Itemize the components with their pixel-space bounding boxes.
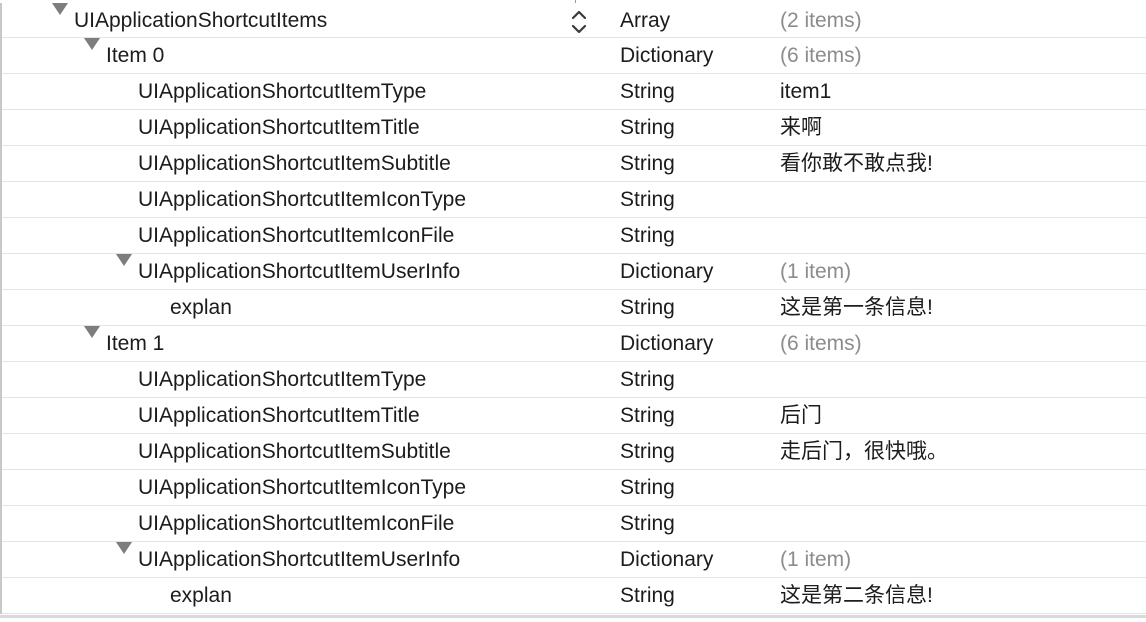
plist-type[interactable]: String xyxy=(620,110,675,145)
plist-key[interactable]: UIApplicationShortcutItemSubtitle xyxy=(138,146,451,181)
plist-type[interactable]: String xyxy=(620,506,675,541)
plist-key[interactable]: UIApplicationShortcutItemIconType xyxy=(138,182,466,217)
plist-key[interactable]: UIApplicationShortcutItemType xyxy=(138,362,426,397)
plist-row[interactable]: explan String 这是第二条信息! xyxy=(2,578,1146,614)
plist-key[interactable]: UIApplicationShortcutItemType xyxy=(138,74,426,109)
plist-row[interactable]: UIApplicationShortcutItemSubtitle String… xyxy=(2,146,1146,182)
plist-row-userinfo[interactable]: UIApplicationShortcutItemUserInfo Dictio… xyxy=(2,542,1146,578)
plist-type[interactable]: Dictionary xyxy=(620,38,713,73)
plist-type[interactable]: Dictionary xyxy=(620,542,713,577)
plist-type[interactable]: Dictionary xyxy=(620,254,713,289)
disclosure-triangle-icon[interactable] xyxy=(52,3,68,15)
plist-key[interactable]: UIApplicationShortcutItemTitle xyxy=(138,398,420,433)
plist-row-item-0[interactable]: Item 0 Dictionary (6 items) xyxy=(2,38,1146,74)
plist-type[interactable]: Array xyxy=(620,3,670,38)
property-list-editor: UIApplicationShortcutItems Array (2 item… xyxy=(0,3,1146,614)
plist-type[interactable]: String xyxy=(620,398,675,433)
plist-row[interactable]: UIApplicationShortcutItemIconType String xyxy=(2,470,1146,506)
plist-row-item-1[interactable]: Item 1 Dictionary (6 items) xyxy=(2,326,1146,362)
plist-value[interactable]: 这是第二条信息! xyxy=(780,578,933,613)
plist-key[interactable]: UIApplicationShortcutItemTitle xyxy=(138,110,420,145)
plist-value[interactable]: 来啊 xyxy=(780,110,822,145)
type-stepper-icon[interactable] xyxy=(568,9,590,35)
plist-type[interactable]: String xyxy=(620,578,675,613)
plist-row-root[interactable]: UIApplicationShortcutItems Array (2 item… xyxy=(2,3,1146,38)
plist-key[interactable]: Item 1 xyxy=(106,326,164,361)
divider xyxy=(0,615,1146,618)
disclosure-triangle-icon[interactable] xyxy=(116,542,132,554)
plist-value[interactable]: 看你敢不敢点我! xyxy=(780,146,933,181)
plist-key[interactable]: UIApplicationShortcutItemSubtitle xyxy=(138,434,451,469)
plist-key[interactable]: UIApplicationShortcutItemIconFile xyxy=(138,218,454,253)
plist-row[interactable]: UIApplicationShortcutItemIconFile String xyxy=(2,218,1146,254)
plist-value: (6 items) xyxy=(780,332,862,355)
plist-type[interactable]: String xyxy=(620,146,675,181)
plist-type[interactable]: Dictionary xyxy=(620,326,713,361)
plist-key[interactable]: UIApplicationShortcutItemUserInfo xyxy=(138,542,460,577)
plist-type[interactable]: String xyxy=(620,362,675,397)
disclosure-triangle-icon[interactable] xyxy=(84,38,100,50)
plist-type[interactable]: String xyxy=(620,290,675,325)
plist-value: (2 items) xyxy=(780,9,862,32)
plist-row[interactable]: UIApplicationShortcutItemTitle String 来啊 xyxy=(2,110,1146,146)
plist-type[interactable]: String xyxy=(620,434,675,469)
plist-row[interactable]: UIApplicationShortcutItemType String xyxy=(2,362,1146,398)
plist-value: (1 item) xyxy=(780,260,852,283)
plist-value: (6 items) xyxy=(780,44,862,67)
plist-key[interactable]: explan xyxy=(170,578,232,613)
plist-key[interactable]: UIApplicationShortcutItemUserInfo xyxy=(138,254,460,289)
plist-row-userinfo[interactable]: UIApplicationShortcutItemUserInfo Dictio… xyxy=(2,254,1146,290)
plist-key[interactable]: UIApplicationShortcutItemIconFile xyxy=(138,506,454,541)
plist-value: (1 item) xyxy=(780,548,852,571)
disclosure-triangle-icon[interactable] xyxy=(116,254,132,266)
plist-type[interactable]: String xyxy=(620,182,675,217)
plist-type[interactable]: String xyxy=(620,218,675,253)
disclosure-triangle-icon[interactable] xyxy=(84,326,100,338)
plist-value[interactable]: 走后门，很快哦。 xyxy=(780,434,948,469)
plist-row[interactable]: explan String 这是第一条信息! xyxy=(2,290,1146,326)
plist-key[interactable]: Item 0 xyxy=(106,38,164,73)
plist-row[interactable]: UIApplicationShortcutItemIconFile String xyxy=(2,506,1146,542)
plist-key[interactable]: UIApplicationShortcutItemIconType xyxy=(138,470,466,505)
plist-type[interactable]: String xyxy=(620,470,675,505)
plist-value[interactable]: 后门 xyxy=(780,398,822,433)
plist-type[interactable]: String xyxy=(620,74,675,109)
plist-row[interactable]: UIApplicationShortcutItemType String ite… xyxy=(2,74,1146,110)
plist-row[interactable]: UIApplicationShortcutItemTitle String 后门 xyxy=(2,398,1146,434)
plist-row[interactable]: UIApplicationShortcutItemSubtitle String… xyxy=(2,434,1146,470)
plist-value[interactable]: 这是第一条信息! xyxy=(780,290,933,325)
plist-row[interactable]: UIApplicationShortcutItemIconType String xyxy=(2,182,1146,218)
plist-key[interactable]: UIApplicationShortcutItems xyxy=(74,3,327,38)
plist-value[interactable]: item1 xyxy=(780,74,831,109)
plist-key[interactable]: explan xyxy=(170,290,232,325)
